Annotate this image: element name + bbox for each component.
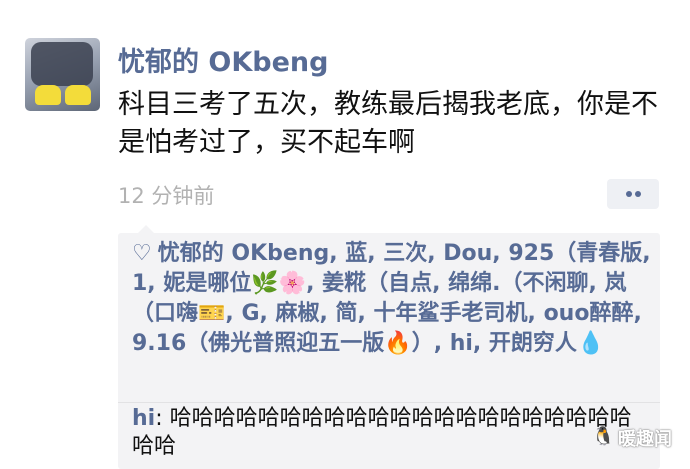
- comment-author[interactable]: hi: [132, 406, 155, 431]
- plant-flower-emoji: 🌿🌸: [251, 271, 307, 296]
- heart-outline-icon: ♡: [132, 241, 152, 266]
- ticket-emoji: 🎫: [198, 301, 226, 326]
- interaction-caret: [138, 225, 154, 233]
- post-timestamp: 12 分钟前: [118, 184, 215, 208]
- droplet-emoji: 💧: [576, 331, 605, 356]
- watermark-text: 暖趣闻: [618, 429, 672, 450]
- likes-names[interactable]: ）, hi, 开朗穷人: [412, 331, 577, 356]
- avatar-photo-detail: [65, 85, 91, 105]
- avatar[interactable]: [25, 38, 100, 111]
- watermark-logo-icon: 🐧: [592, 426, 615, 447]
- more-button[interactable]: [607, 179, 659, 209]
- likes-list: ♡ 忧郁的 OKbeng, 蓝, 三次, Dou, 925（青春版, 1, 妮是哪…: [132, 239, 652, 359]
- comment-item[interactable]: hi: 哈哈哈哈哈哈哈哈哈哈哈哈哈哈哈哈哈哈哈哈哈哈哈: [132, 405, 652, 461]
- avatar-photo-detail: [35, 85, 61, 105]
- post-text: 科目三考了五次，教练最后揭我老底，你是不是怕考过了，买不起车啊: [118, 89, 658, 158]
- comment-text: 哈哈哈哈哈哈哈哈哈哈哈哈哈哈哈哈哈哈哈哈哈哈哈: [132, 406, 632, 459]
- post-username[interactable]: 忧郁的 OKbeng: [118, 40, 328, 79]
- avatar-photo-shadow: [31, 42, 93, 86]
- more-dots-icon: [635, 191, 641, 197]
- comment-separator: :: [155, 406, 170, 431]
- more-dots-icon: [626, 191, 632, 197]
- divider: [118, 402, 660, 403]
- fire-emoji: 🔥: [384, 331, 412, 356]
